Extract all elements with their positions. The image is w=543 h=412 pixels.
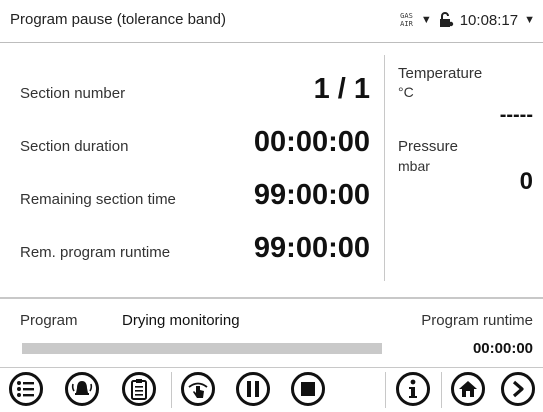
next-arrow-icon <box>512 380 524 398</box>
program-progress-bar <box>22 343 382 354</box>
main-panel: Section number 1 / 1 Section duration 00… <box>0 43 543 293</box>
remaining-section-time-value: 99:00:00 <box>253 179 370 211</box>
info-button[interactable] <box>396 372 430 406</box>
log-button[interactable] <box>122 372 156 406</box>
program-runtime-label: Program runtime <box>421 312 533 329</box>
pause-button[interactable] <box>236 372 270 406</box>
clock: 10:08:17 <box>459 11 519 29</box>
gas-label: GAS <box>400 12 413 20</box>
section-number-value: 1 / 1 <box>313 73 370 105</box>
program-panel: Program Drying monitoring Program runtim… <box>0 299 543 367</box>
section-number-label: Section number <box>20 85 126 102</box>
alarm-button[interactable] <box>65 372 99 406</box>
chevron-down-icon[interactable]: ▼ <box>524 14 535 26</box>
row-section-number: Section number 1 / 1 <box>20 73 370 113</box>
pressure-unit: mbar <box>398 158 430 174</box>
row-section-duration: Section duration 00:00:00 <box>20 126 370 166</box>
menu-button[interactable] <box>9 372 43 406</box>
touch-button[interactable] <box>181 372 215 406</box>
title-bar: Program pause (tolerance band) GAS AIR ▼… <box>0 0 543 43</box>
row-remaining-section-time: Remaining section time 99:00:00 <box>20 179 370 219</box>
chevron-down-icon[interactable]: ▼ <box>421 14 432 26</box>
vertical-divider <box>384 55 385 281</box>
touch-hand-icon <box>188 382 208 398</box>
air-label: AIR <box>400 20 413 28</box>
bottom-toolbar <box>0 367 543 412</box>
temperature-label: Temperature <box>398 65 483 82</box>
section-duration-value: 00:00:00 <box>253 126 370 158</box>
status-area: GAS AIR ▼ 10:08:17 ▼ <box>400 8 535 32</box>
alarm-bell-icon <box>71 381 93 395</box>
page-title: Program pause (tolerance band) <box>10 11 226 28</box>
section-duration-label: Section duration <box>20 138 129 155</box>
program-label: Program <box>20 312 78 329</box>
menu-icon <box>17 381 34 397</box>
rem-program-runtime-label: Rem. program runtime <box>20 244 171 261</box>
home-button[interactable] <box>451 372 485 406</box>
home-icon <box>459 381 477 397</box>
info-icon <box>409 379 417 398</box>
program-runtime-value: 00:00:00 <box>472 340 533 357</box>
row-rem-program-runtime: Rem. program runtime 99:00:00 <box>20 232 370 272</box>
clipboard-list-icon <box>131 379 147 400</box>
pressure-label: Pressure <box>398 138 459 155</box>
pressure-value: 0 <box>519 168 533 195</box>
temperature-unit: °C <box>398 84 414 100</box>
rem-program-runtime-value: 99:00:00 <box>253 232 370 264</box>
toolbar-separator <box>171 372 172 408</box>
lock-icon[interactable] <box>438 12 454 28</box>
remaining-section-time-label: Remaining section time <box>20 191 176 208</box>
stop-button[interactable] <box>291 372 325 406</box>
stop-icon <box>301 382 315 396</box>
temperature-value: ----- <box>499 104 533 126</box>
next-button[interactable] <box>501 372 535 406</box>
toolbar-separator <box>441 372 442 408</box>
toolbar-separator <box>385 372 386 408</box>
gas-air-indicator[interactable]: GAS AIR <box>400 12 413 28</box>
program-name: Drying monitoring <box>122 312 240 329</box>
pause-icon <box>247 381 259 397</box>
